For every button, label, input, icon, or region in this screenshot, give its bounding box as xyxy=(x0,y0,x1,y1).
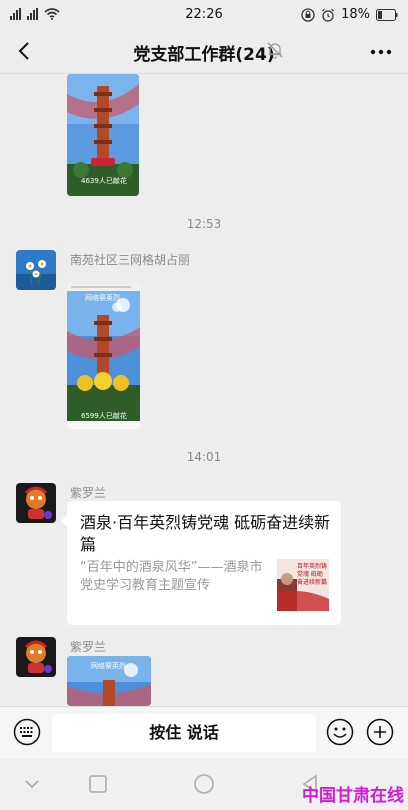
chat-title: 党支部工作群(24) xyxy=(133,45,275,65)
avatar-cartoon-image xyxy=(16,637,56,677)
shared-poster-1[interactable]: 4639人已献花 xyxy=(67,74,139,196)
keyboard-icon[interactable] xyxy=(13,718,41,746)
chat-messages[interactable]: 4639人已献花 12:53 南苑社区三网格胡占丽 网络祭英烈 6599人已献花… xyxy=(0,74,408,706)
avatar-cartoon-image xyxy=(16,483,56,523)
avatar[interactable] xyxy=(16,250,56,290)
plus-icon[interactable] xyxy=(366,718,394,746)
battery-percent: 18% xyxy=(341,7,370,22)
timestamp-1: 12:53 xyxy=(186,217,222,231)
recent-apps-icon[interactable] xyxy=(86,772,110,796)
shared-poster-3[interactable]: 网络祭英烈 xyxy=(67,656,151,706)
hold-to-talk-button[interactable]: 按住 说话 xyxy=(52,714,316,752)
poster-image xyxy=(67,283,140,429)
sender-name-2: 紫罗兰 xyxy=(70,486,107,500)
sender-name-1: 南苑社区三网格胡占丽 xyxy=(70,253,191,267)
alarm-icon xyxy=(322,8,334,22)
link-card-title: 酒泉·百年英烈铸党魂 砥砺奋进续新篇 xyxy=(80,513,331,554)
avatar-flowers-image xyxy=(16,250,56,290)
poster-count-1: 4639人已献花 xyxy=(81,177,127,185)
link-card-message[interactable]: 酒泉·百年英烈铸党魂 砥砺奋进续新篇 “百年中的酒泉风华”——酒泉市党史学习教育… xyxy=(61,501,341,625)
link-card-description: “百年中的酒泉风华”——酒泉市党史学习教育主题宣传 xyxy=(80,560,263,593)
poster-count-2: 6599人已献花 xyxy=(81,412,127,420)
avatar[interactable] xyxy=(16,637,56,677)
sender-name-3: 紫罗兰 xyxy=(70,640,107,654)
more-options-icon[interactable] xyxy=(368,42,394,62)
link-card-thumbnail: 百年英烈铸党魂 砥砺奋进续新篇 xyxy=(277,559,329,611)
input-bar: 按住 说话 xyxy=(0,706,408,758)
poster-banner-2: 网络祭英烈 xyxy=(85,294,120,302)
shared-poster-2[interactable]: 网络祭英烈 6599人已献花 xyxy=(67,283,140,429)
home-icon[interactable] xyxy=(192,772,216,796)
battery-icon xyxy=(376,8,398,21)
emoji-icon[interactable] xyxy=(326,718,354,746)
thumbnail-text: 百年英烈铸党魂 砥砺奋进续新篇 xyxy=(297,563,328,586)
timestamp-2: 14:01 xyxy=(186,450,222,464)
status-right: 18% xyxy=(301,7,398,22)
avatar[interactable] xyxy=(16,483,56,523)
chevron-down-icon[interactable] xyxy=(20,772,44,796)
status-bar: 22:26 18% xyxy=(0,0,408,30)
watermark: 中国甘肃在线 xyxy=(302,786,404,806)
mute-bell-icon xyxy=(267,42,283,59)
chat-header: 党支部工作群(24) xyxy=(0,30,408,74)
lock-rotation-icon xyxy=(301,7,315,22)
bubble-tail xyxy=(61,515,67,527)
poster-banner-3: 网络祭英烈 xyxy=(91,662,126,670)
